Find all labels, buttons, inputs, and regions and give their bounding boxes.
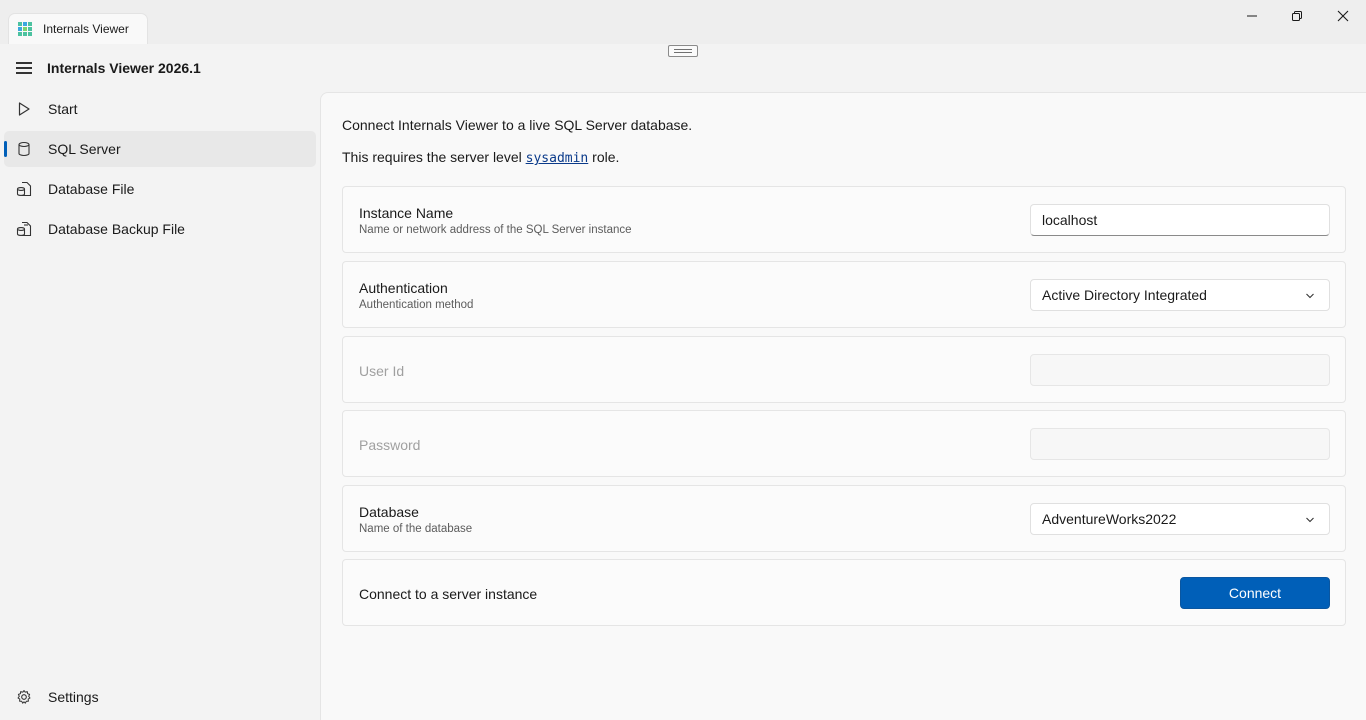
database-backup-icon bbox=[16, 221, 32, 237]
close-icon bbox=[1337, 10, 1349, 22]
database-desc: Name of the database bbox=[359, 523, 473, 535]
user-id-title: User Id bbox=[359, 363, 405, 379]
sysadmin-requirement: This requires the server level sysadmin … bbox=[342, 149, 619, 166]
tab-title: Internals Viewer bbox=[43, 22, 129, 36]
user-id-card: User Id bbox=[342, 336, 1346, 403]
navigation-pane: Start SQL Server Database File Database … bbox=[4, 91, 316, 251]
maximize-button[interactable] bbox=[1274, 0, 1320, 32]
database-card: Database Name of the database AdventureW… bbox=[342, 485, 1346, 552]
authentication-desc: Authentication method bbox=[359, 299, 474, 311]
content-pane: Connect Internals Viewer to a live SQL S… bbox=[320, 92, 1366, 720]
nav-item-label: SQL Server bbox=[48, 141, 121, 157]
restore-icon bbox=[1292, 11, 1302, 21]
database-title: Database bbox=[359, 504, 419, 520]
user-id-input[interactable] bbox=[1030, 354, 1330, 386]
hamburger-menu-icon[interactable] bbox=[16, 62, 32, 74]
nav-item-sql-server[interactable]: SQL Server bbox=[4, 131, 316, 167]
settings-label: Settings bbox=[48, 689, 99, 705]
settings-row[interactable]: Settings bbox=[4, 679, 316, 715]
instance-name-input[interactable]: localhost bbox=[1030, 204, 1330, 236]
chevron-down-icon bbox=[1306, 293, 1314, 299]
title-bar: Internals Viewer bbox=[0, 0, 1366, 44]
minimize-icon bbox=[1247, 15, 1257, 17]
nav-item-settings[interactable]: Settings bbox=[4, 679, 316, 719]
grid-app-icon bbox=[18, 21, 33, 37]
connect-title: Connect to a server instance bbox=[359, 586, 538, 602]
authentication-dropdown[interactable]: Active Directory Integrated bbox=[1030, 279, 1330, 311]
instance-name-title: Instance Name bbox=[359, 205, 454, 221]
requirement-suffix: role. bbox=[588, 149, 620, 165]
nav-item-database-file[interactable]: Database File bbox=[4, 171, 316, 207]
database-file-icon bbox=[16, 181, 32, 197]
nav-item-label: Database File bbox=[48, 181, 135, 197]
database-dropdown[interactable]: AdventureWorks2022 bbox=[1030, 503, 1330, 535]
sysadmin-role: sysadmin bbox=[525, 151, 589, 166]
instance-name-card: Instance Name Name or network address of… bbox=[342, 186, 1346, 253]
nav-item-label: Database Backup File bbox=[48, 221, 185, 237]
intro-text: Connect Internals Viewer to a live SQL S… bbox=[342, 117, 693, 133]
database-selected: AdventureWorks2022 bbox=[1042, 511, 1177, 527]
nav-item-database-backup-file[interactable]: Database Backup File bbox=[4, 211, 316, 247]
minimize-button[interactable] bbox=[1229, 0, 1275, 32]
app-title: Internals Viewer 2026.1 bbox=[47, 60, 201, 76]
chevron-down-icon bbox=[1306, 517, 1314, 523]
authentication-selected: Active Directory Integrated bbox=[1042, 287, 1207, 303]
requirement-prefix: This requires the server level bbox=[342, 149, 526, 165]
authentication-card: Authentication Authentication method Act… bbox=[342, 261, 1346, 328]
password-input[interactable] bbox=[1030, 428, 1330, 460]
instance-name-desc: Name or network address of the SQL Serve… bbox=[359, 224, 632, 236]
connect-button[interactable]: Connect bbox=[1180, 577, 1330, 609]
nav-item-label: Start bbox=[48, 101, 78, 117]
password-title: Password bbox=[359, 437, 421, 453]
pane-grabber-handle[interactable] bbox=[668, 45, 698, 57]
connect-card: Connect to a server instance Connect bbox=[342, 559, 1346, 626]
password-card: Password bbox=[342, 410, 1346, 477]
authentication-title: Authentication bbox=[359, 280, 448, 296]
app-tab[interactable]: Internals Viewer bbox=[8, 13, 148, 44]
close-button[interactable] bbox=[1320, 0, 1366, 32]
play-icon bbox=[16, 101, 32, 117]
database-icon bbox=[16, 141, 32, 157]
nav-item-start[interactable]: Start bbox=[4, 91, 316, 127]
gear-icon bbox=[16, 689, 32, 705]
